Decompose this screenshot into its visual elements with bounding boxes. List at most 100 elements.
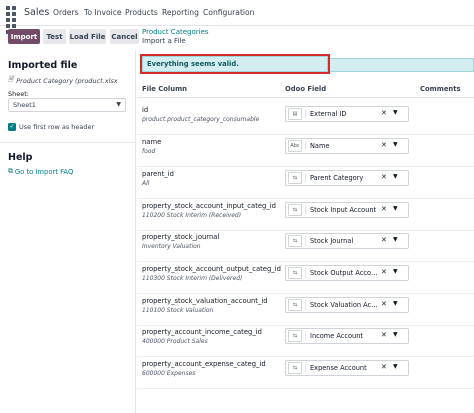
odoo-field-label: External ID — [310, 110, 347, 118]
chevron-down-icon[interactable]: ▼ — [393, 300, 398, 307]
file-column-name: property_stock_account_output_categ_id — [142, 265, 281, 273]
odoo-field-label: Stock Output Accou... — [310, 269, 380, 277]
odoo-field-select[interactable]: ⇆ Stock Input Account ✕ ▼ — [285, 202, 409, 218]
test-button[interactable]: Test — [43, 29, 66, 44]
relation-icon: ⇆ — [288, 267, 302, 279]
first-row-header-label: Use first row as header — [19, 123, 95, 131]
apps-grid-icon[interactable] — [6, 6, 20, 34]
odoo-field-label: Parent Category — [310, 174, 364, 182]
external-link-icon: ⧉ — [8, 167, 13, 175]
breadcrumb-parent[interactable]: Product Categories — [142, 28, 209, 36]
file-column-sample: 600000 Expenses — [142, 370, 196, 377]
table-row: property_account_income_categ_id 400000 P… — [137, 325, 474, 357]
odoo-field-select[interactable]: ⇆ Stock Output Accou... ✕ ▼ — [285, 265, 409, 281]
field-separator — [305, 205, 306, 215]
help-title: Help — [8, 152, 33, 163]
alert-background — [328, 58, 474, 72]
field-separator — [305, 331, 306, 341]
top-navbar: Sales Orders To Invoice Products Reporti… — [0, 0, 474, 34]
header-file-column: File Column — [142, 85, 188, 93]
sheet-select-value: Sheet1 — [13, 101, 36, 109]
first-row-header-checkbox[interactable]: ✓ — [8, 123, 16, 131]
menu-reporting[interactable]: Reporting — [162, 8, 199, 17]
chevron-down-icon[interactable]: ▼ — [393, 109, 398, 116]
table-row: parent_id All ⇆ Parent Category ✕ ▼ — [137, 167, 474, 199]
close-icon[interactable]: ✕ — [381, 205, 387, 213]
odoo-field-label: Income Account — [310, 332, 363, 340]
file-column-name: property_account_expense_categ_id — [142, 360, 266, 368]
odoo-field-select[interactable]: Abc Name ✕ ▼ — [285, 138, 409, 154]
import-faq-label: Go to Import FAQ — [14, 167, 74, 176]
close-icon[interactable]: ✕ — [381, 300, 387, 308]
close-icon[interactable]: ✕ — [381, 109, 387, 117]
file-column-sample: All — [142, 180, 150, 187]
field-separator — [305, 300, 306, 310]
relation-icon: ⇆ — [288, 204, 302, 216]
load-file-button[interactable]: Load File — [69, 29, 106, 44]
file-name-text: Product Category (product.xlsx — [16, 76, 118, 85]
close-icon[interactable]: ✕ — [381, 268, 387, 276]
odoo-field-label: Expense Account — [310, 364, 367, 372]
menu-configuration[interactable]: Configuration — [203, 8, 255, 17]
close-icon[interactable]: ✕ — [381, 141, 387, 149]
odoo-field-select[interactable]: ⇆ Parent Category ✕ ▼ — [285, 170, 409, 186]
import-faq-link[interactable]: ⧉ Go to Import FAQ — [8, 167, 73, 176]
field-separator — [305, 236, 306, 246]
file-column-name: property_stock_account_input_categ_id — [142, 202, 276, 210]
file-column-name: property_stock_journal — [142, 233, 220, 241]
menu-products[interactable]: Products — [125, 8, 158, 17]
chevron-down-icon[interactable]: ▼ — [393, 268, 398, 275]
odoo-field-label: Name — [310, 142, 330, 150]
file-column-name: name — [142, 138, 162, 146]
chevron-down-icon: ▼ — [116, 101, 121, 108]
relation-icon: ⇆ — [288, 235, 302, 247]
close-icon[interactable]: ✕ — [381, 173, 387, 181]
file-name: 🗎 Product Category (product.xlsx — [8, 75, 118, 86]
chevron-down-icon[interactable]: ▼ — [393, 141, 398, 148]
table-row: id product.product_category_consumable ▤ Ex… — [137, 103, 474, 135]
sheet-label: Sheet: — [8, 90, 29, 98]
odoo-field-label: Stock Input Account — [310, 206, 377, 214]
file-column-sample: food — [142, 148, 156, 155]
odoo-field-select[interactable]: ⇆ Stock Journal ✕ ▼ — [285, 233, 409, 249]
document-icon: ▤ — [288, 108, 302, 120]
odoo-field-select[interactable]: ⇆ Expense Account ✕ ▼ — [285, 360, 409, 376]
table-row: property_stock_account_input_categ_id 110… — [137, 199, 474, 231]
file-column-sample: product.product_category_consumable — [142, 116, 260, 123]
odoo-field-select[interactable]: ▤ External ID ✕ ▼ — [285, 106, 409, 122]
file-column-name: parent_id — [142, 170, 174, 178]
import-button[interactable]: Import — [8, 29, 40, 44]
breadcrumb-current: Import a File — [142, 37, 186, 45]
alert-highlight-box — [140, 54, 330, 74]
chevron-down-icon[interactable]: ▼ — [393, 331, 398, 338]
sheet-select[interactable]: Sheet1 ▼ — [8, 98, 126, 112]
close-icon[interactable]: ✕ — [381, 331, 387, 339]
odoo-field-select[interactable]: ⇆ Stock Valuation Ac... ✕ ▼ — [285, 297, 409, 313]
chevron-down-icon[interactable]: ▼ — [393, 173, 398, 180]
field-separator — [305, 363, 306, 373]
file-column-name: property_stock_valuation_account_id — [142, 297, 268, 305]
chevron-down-icon[interactable]: ▼ — [393, 205, 398, 212]
app-name[interactable]: Sales — [24, 7, 49, 18]
table-row: name food Abc Name ✕ ▼ — [137, 135, 474, 167]
close-icon[interactable]: ✕ — [381, 236, 387, 244]
chevron-down-icon[interactable]: ▼ — [393, 236, 398, 243]
cancel-button[interactable]: Cancel — [110, 29, 139, 44]
relation-icon: ⇆ — [288, 299, 302, 311]
field-separator — [305, 109, 306, 119]
relation-icon: ⇆ — [288, 330, 302, 342]
odoo-field-label: Stock Journal — [310, 237, 354, 245]
menu-to-invoice[interactable]: To Invoice — [84, 8, 122, 17]
file-column-name: id — [142, 106, 149, 114]
file-icon: 🗎 — [8, 75, 14, 83]
header-divider — [137, 97, 474, 98]
table-row: property_stock_valuation_account_id 11010… — [137, 294, 474, 326]
header-odoo-field: Odoo Field — [285, 85, 327, 93]
menu-orders[interactable]: Orders — [53, 8, 79, 17]
table-row: property_stock_journal Inventory Valuatio… — [137, 230, 474, 262]
odoo-field-select[interactable]: ⇆ Income Account ✕ ▼ — [285, 328, 409, 344]
text-abc-icon: Abc — [288, 140, 302, 152]
field-separator — [305, 141, 306, 151]
chevron-down-icon[interactable]: ▼ — [393, 363, 398, 370]
close-icon[interactable]: ✕ — [381, 363, 387, 371]
